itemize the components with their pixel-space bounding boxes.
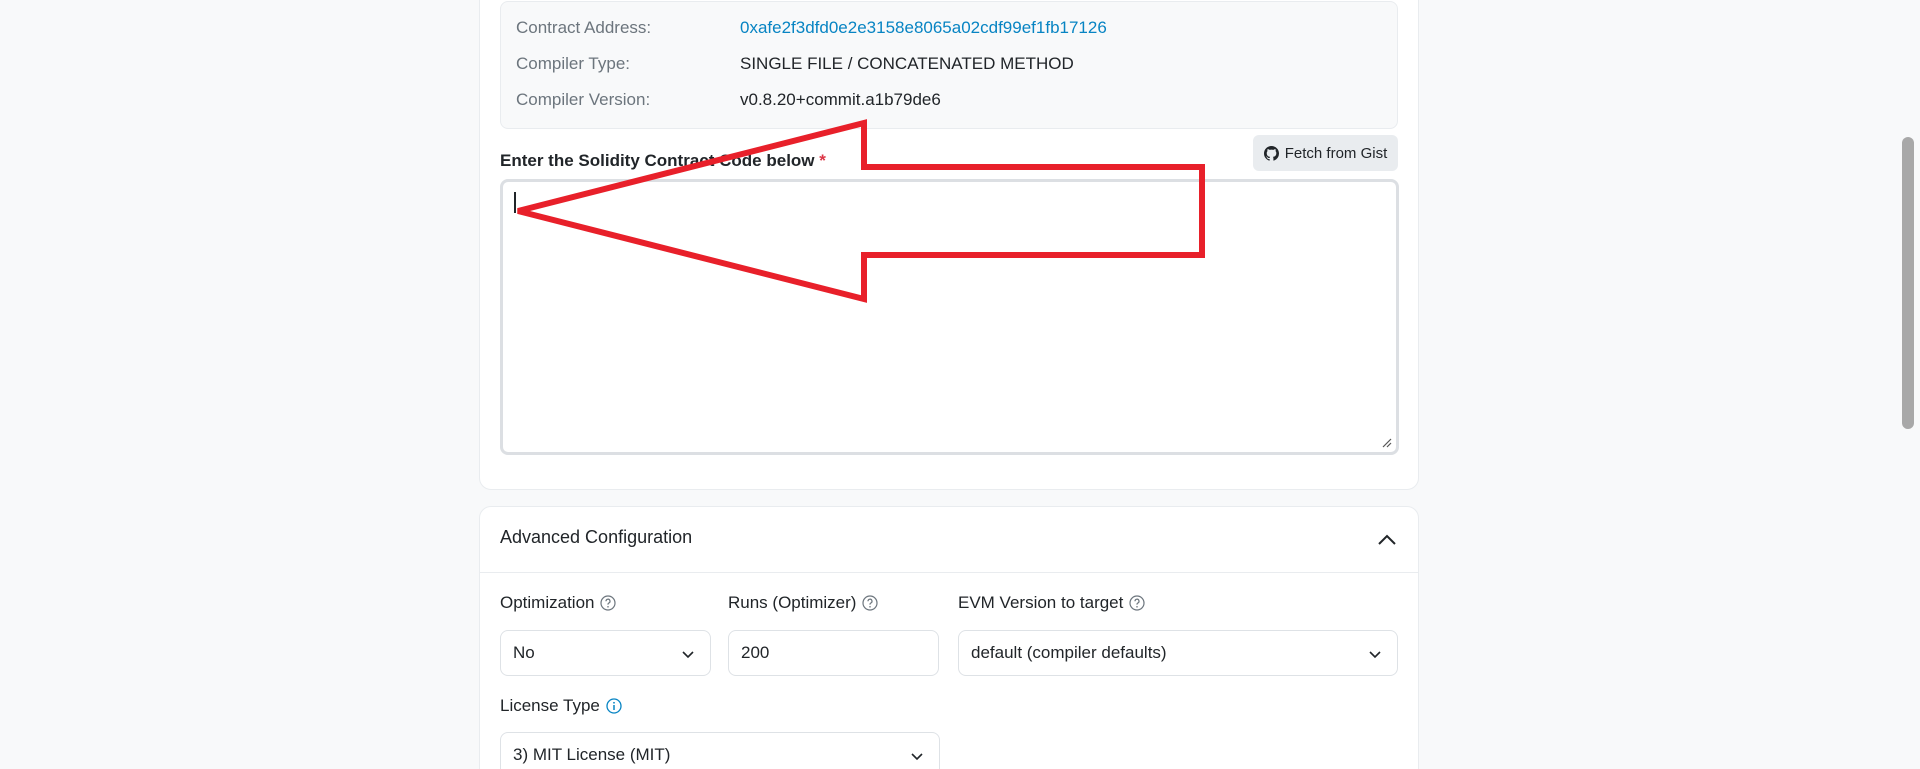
code-input-label-text: Enter the Solidity Contract Code below — [500, 151, 815, 170]
code-input-label: Enter the Solidity Contract Code below * — [500, 151, 826, 171]
github-icon — [1263, 145, 1279, 161]
optimization-label: Optimization — [500, 593, 617, 613]
required-mark: * — [819, 151, 826, 170]
compiler-type-label: Compiler Type: — [516, 54, 631, 73]
evm-version-value: default (compiler defaults) — [971, 643, 1167, 662]
question-circle-icon[interactable] — [862, 595, 879, 611]
info-circle-icon[interactable] — [606, 698, 622, 714]
advanced-configuration-card: Advanced Configuration Optimization No R… — [479, 506, 1419, 769]
runs-optimizer-value: 200 — [741, 643, 770, 662]
license-type-value: 3) MIT License (MIT) — [513, 745, 671, 764]
verify-contract-card: Contract Address: 0xafe2f3dfd0e2e3158e80… — [479, 0, 1419, 490]
text-caret — [514, 192, 516, 213]
evm-version-select[interactable]: default (compiler defaults) — [958, 630, 1398, 676]
compiler-version-value: v0.8.20+commit.a1b79de6 — [740, 90, 941, 109]
runs-optimizer-label-text: Runs (Optimizer) — [728, 593, 857, 612]
compiler-version-label: Compiler Version: — [516, 90, 651, 109]
license-type-label-text: License Type — [500, 696, 600, 715]
fetch-from-gist-button[interactable]: Fetch from Gist — [1253, 135, 1398, 171]
runs-optimizer-input[interactable]: 200 — [728, 630, 939, 676]
fetch-from-gist-label: Fetch from Gist — [1284, 144, 1388, 162]
contract-address-label: Contract Address: — [516, 18, 652, 37]
contract-address-link[interactable]: 0xafe2f3dfd0e2e3158e8065a02cdf99ef1fb171… — [740, 16, 1107, 40]
question-circle-icon[interactable] — [1129, 595, 1145, 611]
chevron-up-icon[interactable] — [1376, 529, 1398, 551]
page-scrollbar-thumb[interactable] — [1902, 137, 1914, 429]
advanced-configuration-title: Advanced Configuration — [500, 527, 693, 547]
license-type-select[interactable]: 3) MIT License (MIT) — [500, 732, 940, 769]
compiler-type-value: SINGLE FILE / CONCATENATED METHOD — [740, 54, 1074, 73]
chevron-down-icon — [911, 753, 923, 761]
chevron-down-icon — [1369, 651, 1381, 659]
contract-info-box: Contract Address: 0xafe2f3dfd0e2e3158e80… — [500, 1, 1398, 129]
advanced-configuration-header[interactable]: Advanced Configuration — [480, 507, 1418, 573]
optimization-select[interactable]: No — [500, 630, 711, 676]
evm-version-label: EVM Version to target — [958, 593, 1145, 613]
question-circle-icon[interactable] — [600, 595, 617, 611]
optimization-label-text: Optimization — [500, 593, 595, 612]
chevron-down-icon — [682, 651, 694, 659]
license-type-label: License Type — [500, 696, 622, 716]
optimization-value: No — [513, 643, 535, 662]
evm-version-label-text: EVM Version to target — [958, 593, 1124, 612]
resize-grip-icon[interactable] — [1380, 436, 1392, 448]
solidity-code-textarea[interactable] — [500, 179, 1399, 455]
page: Contract Address: 0xafe2f3dfd0e2e3158e80… — [0, 0, 1920, 769]
runs-optimizer-label: Runs (Optimizer) — [728, 593, 879, 613]
